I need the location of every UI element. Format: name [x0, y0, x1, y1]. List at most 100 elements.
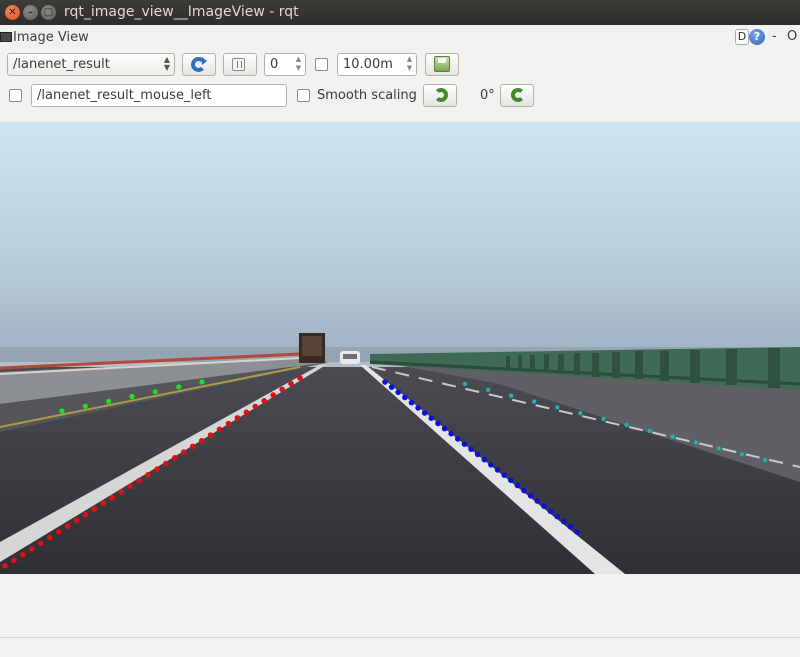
left-lane-point	[73, 517, 80, 524]
mouse-topic-input[interactable]: /lanenet_result_mouse_left	[31, 84, 287, 107]
rotate-left-icon	[434, 88, 448, 102]
left-lane-point	[11, 557, 17, 564]
window-titlebar[interactable]: ✕ – □ rqt_image_view__ImageView - rqt	[0, 0, 800, 25]
save-image-button[interactable]	[425, 53, 459, 76]
right-lane-point	[514, 482, 521, 489]
left-lane-point	[189, 443, 196, 450]
help-icon[interactable]: ?	[749, 29, 765, 45]
mouse-topic-input-value: /lanenet_result_mouse_left	[37, 88, 212, 103]
close-icon: ✕	[8, 7, 17, 18]
outer-left-lane-point	[152, 389, 158, 395]
right-lane-point	[428, 415, 435, 422]
right-lane-point	[461, 441, 468, 447]
left-lane-point	[29, 546, 35, 552]
plugin-window-icon	[0, 32, 12, 42]
pause-button[interactable]	[223, 53, 257, 76]
left-lane-point	[207, 432, 214, 438]
dock-minimize-button[interactable]: -	[772, 29, 777, 44]
left-lane-point	[154, 466, 160, 473]
right-lane-point	[508, 477, 514, 484]
left-lane-point	[46, 534, 53, 541]
frame-spinbox-value: 0	[270, 57, 279, 72]
right-lane-point	[534, 498, 541, 504]
left-lane-point	[64, 523, 71, 529]
right-lane-point	[527, 493, 534, 499]
right-lane-point	[395, 389, 402, 396]
right-lane-point	[488, 462, 494, 468]
outer-right-lane-point	[555, 405, 560, 410]
right-lane-point	[382, 379, 388, 385]
dock-widget-header: Image View D ? - O	[0, 28, 800, 48]
right-lane-point	[554, 513, 560, 520]
left-lane-point	[252, 403, 259, 410]
updown-arrows-icon: ▲ ▼	[163, 55, 170, 72]
right-lane-point	[481, 456, 488, 463]
left-lane-point	[82, 511, 89, 518]
right-lane-point	[388, 384, 395, 391]
smooth-scaling-label: Smooth scaling	[317, 88, 417, 103]
window-maximize-button[interactable]: □	[41, 5, 56, 20]
image-view[interactable]	[0, 122, 800, 574]
rotate-right-button[interactable]	[500, 84, 534, 107]
left-lane-point	[234, 415, 241, 421]
outer-right-lane-point	[485, 387, 491, 392]
outer-right-lane-point	[647, 428, 652, 433]
left-lane-point	[127, 483, 133, 490]
left-lane-point	[225, 420, 232, 427]
right-lane-point	[474, 451, 481, 458]
lanenet-result-image[interactable]	[0, 122, 800, 574]
save-image-icon	[434, 56, 450, 72]
smooth-scaling-checkbox[interactable]	[297, 89, 310, 102]
window-close-button[interactable]: ✕	[5, 5, 20, 20]
duration-spinbox[interactable]: 10.00m ▲ ▼	[337, 53, 417, 76]
spinbox-arrows-icon[interactable]: ▲ ▼	[405, 55, 414, 73]
outer-right-lane-point	[532, 399, 537, 404]
duration-spinbox-value: 10.00m	[343, 57, 393, 72]
left-lane-point	[2, 563, 8, 569]
dock-close-button[interactable]: O	[787, 29, 797, 44]
right-lane-point	[402, 394, 408, 401]
left-lane-point	[270, 392, 277, 398]
right-lane-point	[421, 410, 428, 416]
right-lane-point	[561, 518, 567, 525]
outer-right-lane-point	[578, 411, 583, 416]
refresh-topics-button[interactable]	[182, 53, 216, 76]
outer-left-lane-point	[176, 384, 182, 390]
right-lane-point	[468, 446, 474, 453]
duration-checkbox[interactable]	[315, 58, 328, 71]
right-lane-point	[567, 524, 574, 530]
topic-select-value: /lanenet_result	[13, 57, 110, 72]
topic-select[interactable]: /lanenet_result ▲ ▼	[7, 53, 175, 76]
outer-right-lane-point	[762, 457, 768, 463]
outer-right-lane-point	[739, 452, 745, 457]
dock-d-button[interactable]: D	[735, 29, 749, 45]
left-lane-point	[91, 506, 98, 512]
outer-left-lane-point	[82, 403, 88, 409]
rotation-label: 0°	[480, 88, 495, 103]
minimize-icon: –	[28, 7, 33, 18]
right-lane-point	[455, 436, 461, 442]
outer-left-lane-point	[106, 398, 112, 404]
left-lane-point	[172, 455, 178, 461]
right-lane-point	[494, 467, 501, 473]
right-lane-point	[521, 487, 527, 494]
outer-left-lane-point	[199, 379, 205, 385]
right-lane-point	[547, 508, 554, 515]
frame-spinbox[interactable]: 0 ▲ ▼	[264, 53, 306, 76]
rotate-right-icon	[511, 88, 525, 102]
outer-right-lane-point	[693, 440, 698, 445]
pause-icon	[232, 58, 245, 71]
left-lane-point	[136, 477, 142, 484]
outer-right-lane-point	[716, 446, 721, 451]
status-bar	[0, 637, 800, 657]
outer-right-lane-point	[601, 416, 606, 422]
mouse-publish-checkbox[interactable]	[9, 89, 22, 102]
spinbox-arrows-icon[interactable]: ▲ ▼	[294, 55, 303, 73]
window-minimize-button[interactable]: –	[23, 5, 38, 20]
rotate-left-button[interactable]	[423, 84, 457, 107]
right-lane-point	[501, 472, 508, 478]
left-lane-point	[261, 398, 268, 404]
left-lane-point	[163, 460, 169, 467]
left-lane-point	[100, 500, 107, 507]
right-lane-point	[574, 529, 580, 535]
